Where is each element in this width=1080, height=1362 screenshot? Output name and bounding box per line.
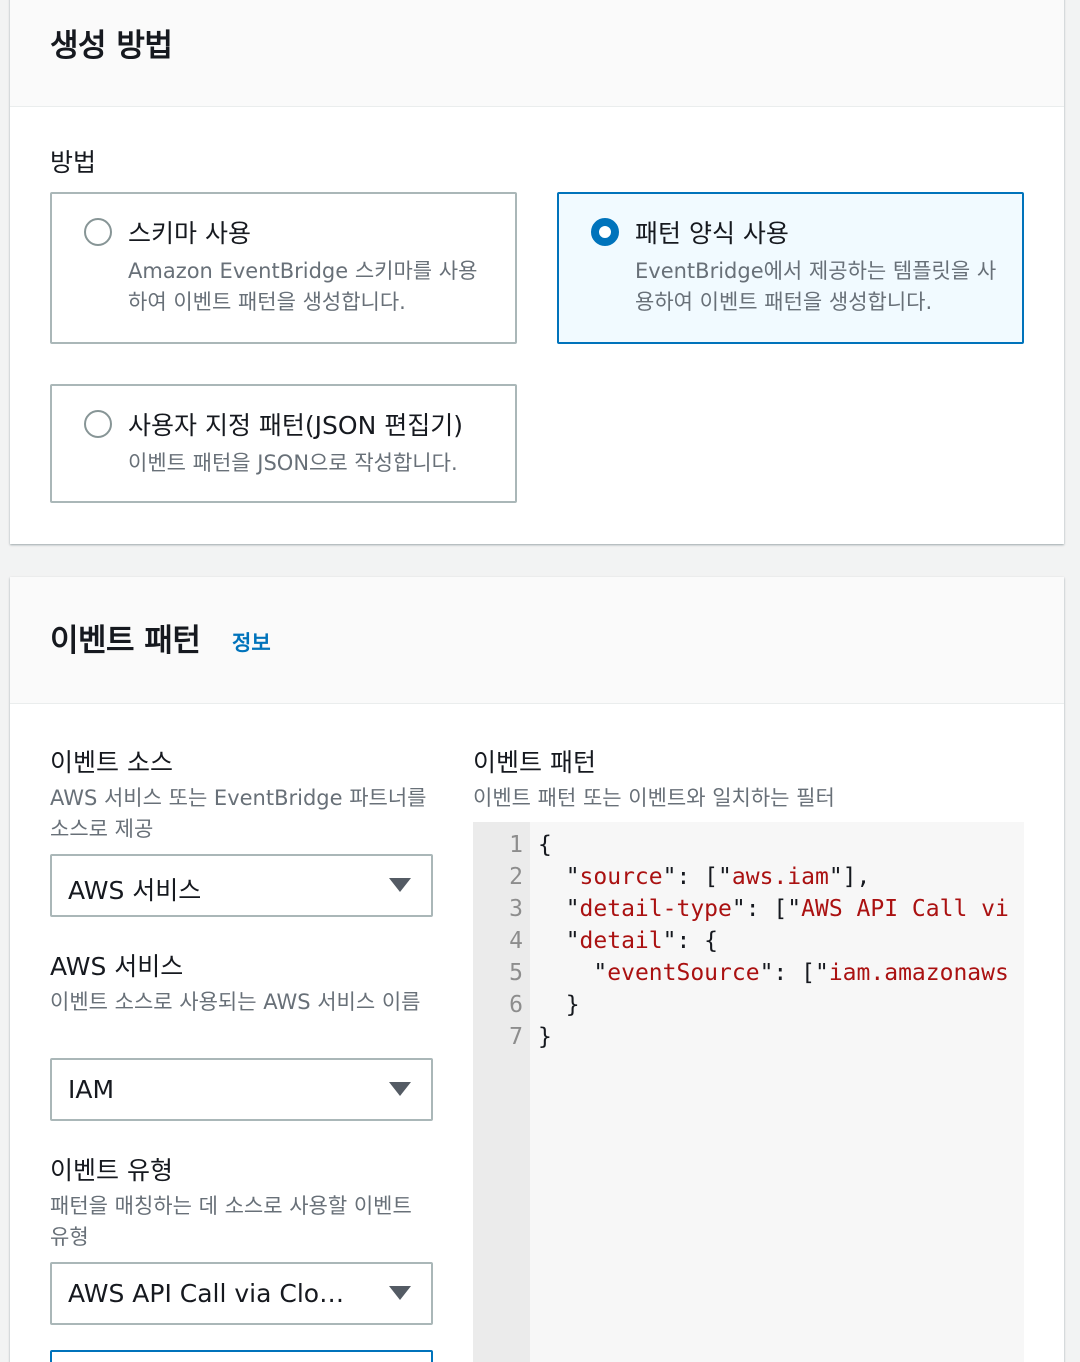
creation-method-title: 생성 방법 [50,28,173,64]
option-desc-pattern-form: EventBridge에서 제공하는 템플릿을 사용하여 이벤트 패턴을 생성합… [635,259,997,314]
line-number: 2 [509,864,523,890]
event-source-value: AWS 서비스 [68,876,202,905]
caret-down-icon [389,1082,411,1096]
event-source-label: 이벤트 소스 [50,748,173,777]
line-number: 1 [509,832,523,858]
aws-service-select[interactable]: IAM [50,1058,433,1121]
code-text: } [538,1024,552,1050]
event-pattern-header: 이벤트 패턴 정보 [10,577,1064,704]
creation-method-header: 생성 방법 [10,0,1064,107]
option-desc-custom-json: 이벤트 패턴을 JSON으로 작성합니다. [128,451,458,475]
code-text: "eventSource": ["iam.amazonaws [538,960,1009,986]
option-title-custom-json: 사용자 지정 패턴(JSON 편집기) [128,411,463,440]
event-source-desc: AWS 서비스 또는 EventBridge 파트너를 소스로 제공 [50,786,427,841]
event-type-value: AWS API Call via Clo… [68,1279,345,1308]
option-title-pattern-form: 패턴 양식 사용 [635,219,789,248]
caret-down-icon [389,878,411,892]
line-number: 4 [509,928,523,954]
line-number: 5 [509,960,523,986]
event-pattern-title: 이벤트 패턴 [50,623,201,659]
event-type-desc: 패턴을 매칭하는 데 소스로 사용할 이벤트 유형 [50,1194,412,1249]
radio-custom-json[interactable] [84,410,112,438]
line-number: 3 [509,896,523,922]
code-text: "detail-type": ["AWS API Call vi [538,896,1009,922]
code-text: "detail": { [538,928,719,954]
code-text: } [538,992,580,1018]
caret-down-icon [389,1286,411,1300]
info-link[interactable]: 정보 [232,627,271,657]
code-text: { [538,832,552,858]
method-label: 방법 [50,148,97,177]
event-type-select[interactable]: AWS API Call via Clo… [50,1262,433,1325]
option-desc-schema: Amazon EventBridge 스키마를 사용하여 이벤트 패턴을 생성합… [128,259,478,314]
event-source-select[interactable]: AWS 서비스 [50,854,433,917]
code-text: "source": ["aws.iam"], [538,864,871,890]
aws-service-value: IAM [68,1075,115,1104]
option-tile-pattern-form[interactable]: 패턴 양식 사용 EventBridge에서 제공하는 템플릿을 사용하여 이벤… [557,192,1024,344]
creation-method-panel: 생성 방법 방법 스키마 사용 Amazon EventBridge 스키마를 … [10,0,1064,544]
aws-service-desc: 이벤트 소스로 사용되는 AWS 서비스 이름 [50,990,421,1014]
line-number: 6 [509,992,523,1018]
radio-pattern-form[interactable] [591,218,619,246]
pattern-editor-label: 이벤트 패턴 [473,748,596,777]
option-title-schema: 스키마 사용 [128,219,251,248]
json-code-editor[interactable]: 1 {2 "source": ["aws.iam"], 3 "detail-type… [473,822,1024,1362]
option-tile-custom-json[interactable]: 사용자 지정 패턴(JSON 편집기) 이벤트 패턴을 JSON으로 작성합니다… [50,384,517,503]
event-type-label: 이벤트 유형 [50,1156,173,1185]
aws-service-label: AWS 서비스 [50,952,184,981]
option-tile-schema[interactable]: 스키마 사용 Amazon EventBridge 스키마를 사용하여 이벤트 … [50,192,517,344]
event-pattern-panel: 이벤트 패턴 정보 이벤트 소스 AWS 서비스 또는 EventBridge … [10,577,1064,1362]
pattern-editor-desc: 이벤트 패턴 또는 이벤트와 일치하는 필터 [473,786,835,810]
next-control[interactable] [50,1350,433,1362]
radio-schema[interactable] [84,218,112,246]
line-number: 7 [509,1024,523,1050]
